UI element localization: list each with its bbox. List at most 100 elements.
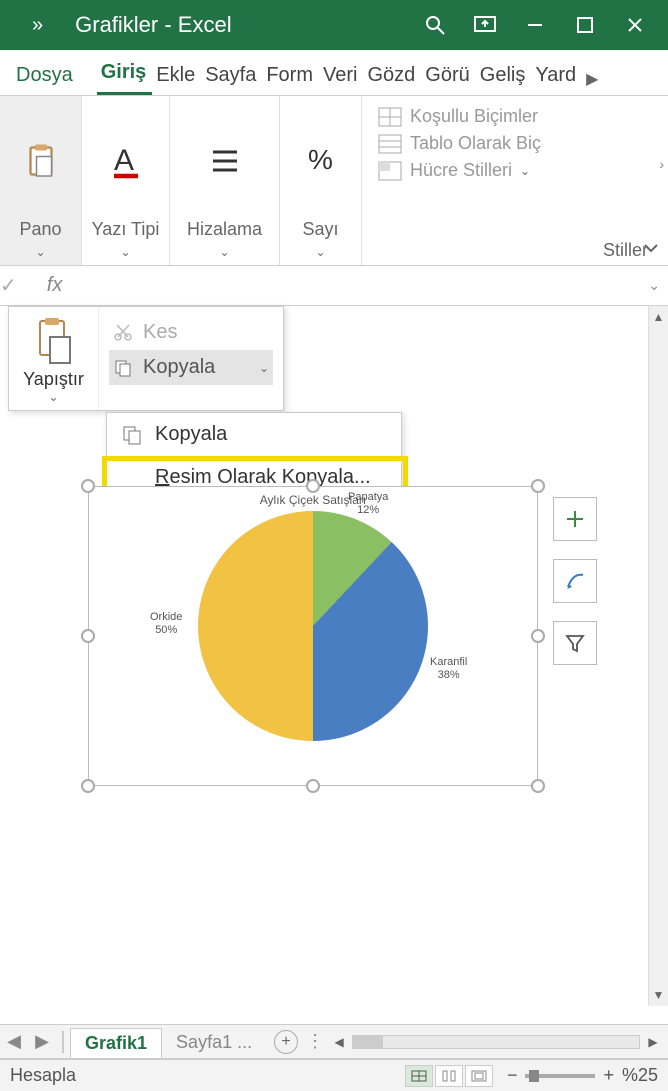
- group-font: A Yazı Tipi ⌄: [82, 96, 170, 265]
- formula-confirm-icon[interactable]: ✓: [0, 273, 17, 298]
- paste-label: Yapıştır: [13, 369, 94, 390]
- vertical-scrollbar[interactable]: ▲ ▼: [648, 306, 668, 1006]
- chevron-down-icon[interactable]: ⌄: [13, 390, 94, 404]
- resize-handle[interactable]: [531, 629, 545, 643]
- titlebar-more[interactable]: »: [32, 14, 43, 37]
- resize-handle[interactable]: [81, 479, 95, 493]
- cut-menu-item[interactable]: Kes: [109, 315, 273, 350]
- group-styles: Koşullu Biçimler Tablo Olarak Biç Hücre …: [362, 96, 668, 265]
- copy-menu-item[interactable]: Kopyala ⌄: [109, 350, 273, 385]
- slice-label-orkide: Orkide50%: [150, 611, 182, 637]
- sheet-tab-next[interactable]: Sayfa1 ...: [162, 1028, 266, 1057]
- conditional-formatting[interactable]: Koşullu Biçimler: [378, 106, 652, 127]
- resize-handle[interactable]: [81, 629, 95, 643]
- formula-expand-icon[interactable]: ⌄: [648, 277, 660, 294]
- resize-handle[interactable]: [81, 779, 95, 793]
- chart-filter-button[interactable]: [553, 621, 597, 665]
- chart-object[interactable]: Aylık Çiçek Satışları Papatya12% Karanfi…: [88, 486, 538, 786]
- horizontal-scrollbar[interactable]: ◀ ▶: [324, 1035, 668, 1049]
- chevron-down-icon[interactable]: ⌄: [35, 245, 45, 259]
- tab-file[interactable]: Dosya: [12, 56, 79, 95]
- scroll-down-icon[interactable]: ▼: [649, 984, 668, 1006]
- cell-styles[interactable]: Hücre Stilleri ⌄: [378, 160, 652, 181]
- sheet-nav-prev[interactable]: ◀: [0, 1031, 28, 1052]
- clipboard-label[interactable]: Pano: [19, 219, 61, 239]
- fx-icon[interactable]: fx: [47, 274, 63, 297]
- search-icon[interactable]: [410, 0, 460, 50]
- titlebar: » Grafikler - Excel: [0, 0, 668, 50]
- zoom-thumb[interactable]: [529, 1070, 539, 1082]
- submenu-copy[interactable]: Kopyala: [107, 413, 401, 456]
- worksheet-area[interactable]: ▲ ▼ Yapıştır ⌄ Kes Kopyala ⌄: [0, 306, 668, 1006]
- tab-developer[interactable]: Geliş: [476, 56, 532, 95]
- view-page-layout-icon[interactable]: [435, 1065, 463, 1087]
- svg-text:A: A: [114, 144, 134, 177]
- chevron-down-icon[interactable]: ⌄: [259, 361, 269, 375]
- copy-label: Kopyala: [143, 356, 215, 379]
- clipboard-icon: [23, 143, 59, 179]
- collapse-ribbon-icon[interactable]: [642, 242, 660, 261]
- number-label[interactable]: Sayı: [302, 219, 338, 239]
- ribbon: Pano ⌄ A Yazı Tipi ⌄ Hizalama ⌄ % Sayı ⌄ Ko…: [0, 96, 668, 266]
- hscroll-right[interactable]: ▶: [644, 1035, 662, 1049]
- chart-styles-button[interactable]: [553, 559, 597, 603]
- styles-group-label: Stiller: [370, 238, 660, 261]
- chart-quick-buttons: [553, 497, 597, 665]
- view-normal-icon[interactable]: [405, 1065, 433, 1087]
- percent-icon: %: [308, 144, 333, 176]
- tab-view[interactable]: Görü: [421, 56, 475, 95]
- resize-handle[interactable]: [531, 779, 545, 793]
- format-as-table[interactable]: Tablo Olarak Biç: [378, 133, 652, 154]
- tab-formulas[interactable]: Form: [262, 56, 319, 95]
- chevron-down-icon[interactable]: ⌄: [120, 245, 130, 259]
- zoom-in-button[interactable]: +: [603, 1065, 614, 1086]
- alignment-label[interactable]: Hizalama: [187, 219, 262, 239]
- window-title: Grafikler - Excel: [75, 12, 231, 38]
- hscroll-left[interactable]: ◀: [330, 1035, 348, 1049]
- tab-help[interactable]: Yard: [531, 56, 582, 95]
- sheet-tab-active[interactable]: Grafik1: [70, 1028, 162, 1058]
- close-button[interactable]: [610, 0, 660, 50]
- chart-elements-button[interactable]: [553, 497, 597, 541]
- scroll-up-icon[interactable]: ▲: [649, 306, 668, 328]
- formula-bar: ✓ fx ⌄: [0, 266, 668, 306]
- scissors-icon: [113, 323, 133, 343]
- add-sheet-button[interactable]: +: [274, 1030, 298, 1054]
- table-format-label: Tablo Olarak Biç: [410, 133, 541, 154]
- chevron-down-icon[interactable]: ⌄: [315, 245, 325, 259]
- font-icon: A: [108, 143, 144, 179]
- paste-dropdown-panel: Yapıştır ⌄ Kes Kopyala ⌄: [8, 306, 284, 411]
- view-page-break-icon[interactable]: [465, 1065, 493, 1087]
- tab-review[interactable]: Gözd: [363, 56, 421, 95]
- paste-icon: [34, 317, 74, 365]
- ribbon-mode-icon[interactable]: [460, 0, 510, 50]
- minimize-button[interactable]: [510, 0, 560, 50]
- copy-icon: [121, 424, 143, 446]
- status-calc: Hesapla: [10, 1065, 76, 1086]
- maximize-button[interactable]: [560, 0, 610, 50]
- sheet-nav-next[interactable]: ▶: [28, 1031, 56, 1052]
- hscroll-thumb[interactable]: [353, 1036, 383, 1048]
- slice-label-papatya: Papatya12%: [348, 491, 388, 517]
- sheet-tabs-row: ◀ ▶ Grafik1 Sayfa1 ... + ⋮ ◀ ▶: [0, 1024, 668, 1059]
- zoom-out-button[interactable]: −: [507, 1065, 518, 1086]
- zoom-level[interactable]: %25: [622, 1065, 658, 1086]
- resize-handle[interactable]: [531, 479, 545, 493]
- cond-format-label: Koşullu Biçimler: [410, 106, 538, 127]
- tabs-scroll-right[interactable]: ▶: [582, 63, 602, 95]
- tab-data[interactable]: Veri: [319, 56, 363, 95]
- tab-home[interactable]: Giriş: [97, 53, 153, 95]
- slice-label-karanfil: Karanfil38%: [430, 656, 467, 682]
- chevron-down-icon[interactable]: ⌄: [219, 245, 229, 259]
- tab-insert[interactable]: Ekle: [152, 56, 201, 95]
- pie-chart[interactable]: Papatya12% Karanfil38% Orkide50%: [198, 511, 428, 741]
- tab-pagelayout[interactable]: Sayfa: [201, 56, 262, 95]
- zoom-slider[interactable]: [525, 1074, 595, 1078]
- copy-icon: [113, 358, 133, 378]
- alignment-icon: [207, 143, 243, 179]
- styles-scroll[interactable]: ›: [659, 156, 664, 172]
- font-label[interactable]: Yazı Tipi: [92, 219, 160, 239]
- paste-button[interactable]: Yapıştır ⌄: [9, 307, 99, 410]
- resize-handle[interactable]: [306, 479, 320, 493]
- resize-handle[interactable]: [306, 779, 320, 793]
